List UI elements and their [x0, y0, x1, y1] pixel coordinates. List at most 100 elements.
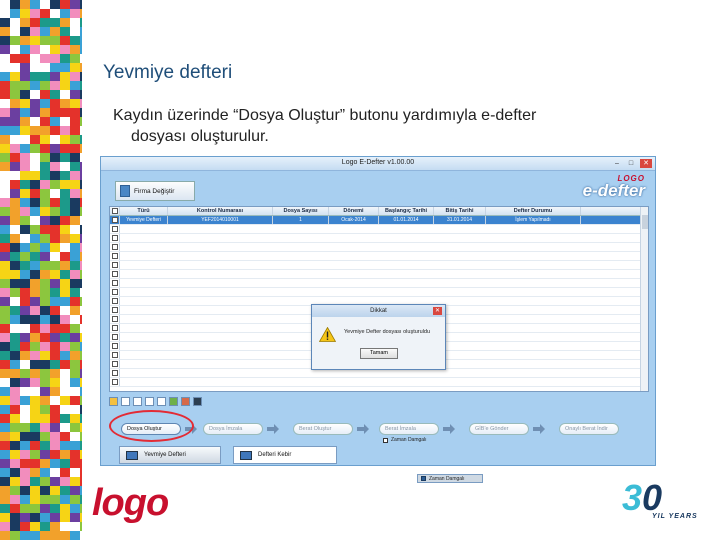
pattern-cell: [20, 108, 30, 117]
sign-receipt-button[interactable]: Berat İmzala: [379, 423, 439, 435]
row-checkbox[interactable]: [111, 235, 118, 241]
pattern-cell: [10, 171, 20, 180]
empty-table-row[interactable]: [110, 279, 648, 288]
pattern-cell: [40, 63, 50, 72]
document-edit-icon[interactable]: [157, 397, 166, 406]
row-checkbox[interactable]: [111, 370, 118, 376]
pattern-cell: [50, 207, 60, 216]
row-checkbox[interactable]: [111, 244, 118, 250]
dialog-ok-button[interactable]: Tamam: [360, 348, 398, 359]
pattern-cell: [20, 369, 30, 378]
pattern-cell: [30, 459, 40, 468]
row-checkbox[interactable]: [111, 352, 118, 358]
tab-general-ledger[interactable]: Defteri Kebir: [233, 446, 337, 464]
row-checkbox[interactable]: [111, 280, 118, 286]
column-header[interactable]: Başlangıç Tarihi: [379, 207, 434, 215]
column-header[interactable]: Defter Durumu: [486, 207, 581, 215]
pattern-cell: [30, 333, 40, 342]
pattern-cell: [80, 135, 82, 144]
pattern-cell: [40, 45, 50, 54]
row-checkbox[interactable]: [111, 334, 118, 340]
row-checkbox[interactable]: [111, 325, 118, 331]
scrollbar-thumb[interactable]: [642, 215, 648, 229]
row-checkbox[interactable]: [111, 298, 118, 304]
row-checkbox[interactable]: [111, 361, 118, 367]
pattern-cell: [50, 135, 60, 144]
refresh-icon[interactable]: [169, 397, 178, 406]
change-company-button[interactable]: Firma Değiştir: [115, 181, 195, 201]
print-icon[interactable]: [181, 397, 190, 406]
row-checkbox-cell: [110, 261, 120, 269]
row-checkbox[interactable]: [111, 217, 118, 223]
send-gib-button[interactable]: GİB'e Gönder: [469, 423, 529, 435]
pattern-cell: [50, 117, 60, 126]
row-checkbox[interactable]: [111, 289, 118, 295]
row-checkbox[interactable]: [111, 253, 118, 259]
empty-table-row[interactable]: [110, 243, 648, 252]
empty-table-row[interactable]: [110, 225, 648, 234]
column-header[interactable]: Bitiş Tarihi: [434, 207, 486, 215]
minimize-button[interactable]: –: [612, 159, 622, 168]
close-button[interactable]: ✕: [640, 159, 652, 168]
empty-table-row[interactable]: [110, 270, 648, 279]
pattern-cell: [80, 432, 82, 441]
pattern-cell: [20, 261, 30, 270]
pattern-cell: [0, 396, 10, 405]
empty-table-row[interactable]: [110, 261, 648, 270]
row-checkbox[interactable]: [111, 307, 118, 313]
pattern-cell: [70, 423, 80, 432]
info-icon[interactable]: [193, 397, 202, 406]
column-header[interactable]: Kontrol Numarası: [168, 207, 273, 215]
folder-icon[interactable]: [109, 397, 118, 406]
pattern-cell: [80, 324, 82, 333]
row-checkbox[interactable]: [111, 262, 118, 268]
row-checkbox[interactable]: [111, 226, 118, 232]
maximize-button[interactable]: □: [626, 159, 636, 168]
table-row[interactable]: Yevmiye Defteri YEF2014010001 1 Ocak-201…: [110, 216, 648, 225]
company-icon: [120, 185, 130, 197]
pattern-cell: [40, 504, 50, 513]
pattern-cell: [0, 468, 10, 477]
empty-table-row[interactable]: [110, 288, 648, 297]
select-all-checkbox[interactable]: [111, 208, 118, 214]
column-header[interactable]: Türü: [120, 207, 168, 215]
dialog-close-icon[interactable]: ✕: [433, 307, 442, 315]
download-receipt-button[interactable]: Onaylı Berat İndir: [559, 423, 619, 435]
pattern-cell: [80, 441, 82, 450]
empty-table-row[interactable]: [110, 252, 648, 261]
pattern-cell: [20, 63, 30, 72]
pattern-cell: [0, 270, 10, 279]
row-checkbox[interactable]: [111, 271, 118, 277]
row-checkbox[interactable]: [111, 343, 118, 349]
pattern-cell: [10, 432, 20, 441]
pattern-cell: [70, 189, 80, 198]
pattern-cell: [70, 54, 80, 63]
tab-journal[interactable]: Yevmiye Defteri: [119, 446, 221, 464]
pattern-cell: [0, 144, 10, 153]
pattern-cell: [10, 9, 20, 18]
document-icon[interactable]: [133, 397, 142, 406]
delete-icon[interactable]: [121, 397, 130, 406]
sign-file-button[interactable]: Dosya İmzala: [203, 423, 263, 435]
pattern-cell: [30, 306, 40, 315]
row-checkbox-cell: [110, 306, 120, 314]
tab-journal-label: Yevmiye Defteri: [144, 452, 186, 458]
column-header[interactable]: Dosya Sayısı: [273, 207, 329, 215]
row-checkbox[interactable]: [111, 316, 118, 322]
pattern-cell: [30, 450, 40, 459]
table-scrollbar[interactable]: [640, 207, 648, 391]
pattern-cell: [50, 333, 60, 342]
table-cell: Yevmiye Defteri: [120, 216, 168, 224]
document-view-icon[interactable]: [145, 397, 154, 406]
pattern-cell: [70, 288, 80, 297]
create-receipt-button[interactable]: Berat Oluştur: [293, 423, 353, 435]
row-checkbox[interactable]: [111, 379, 118, 385]
empty-table-row[interactable]: [110, 378, 648, 387]
pattern-cell: [0, 387, 10, 396]
empty-table-row[interactable]: [110, 369, 648, 378]
timestamp-checkbox[interactable]: [383, 437, 388, 443]
column-header[interactable]: Dönemi: [329, 207, 379, 215]
timestamp-option[interactable]: Zaman Damgalı: [383, 437, 427, 443]
pattern-cell: [40, 135, 50, 144]
empty-table-row[interactable]: [110, 234, 648, 243]
